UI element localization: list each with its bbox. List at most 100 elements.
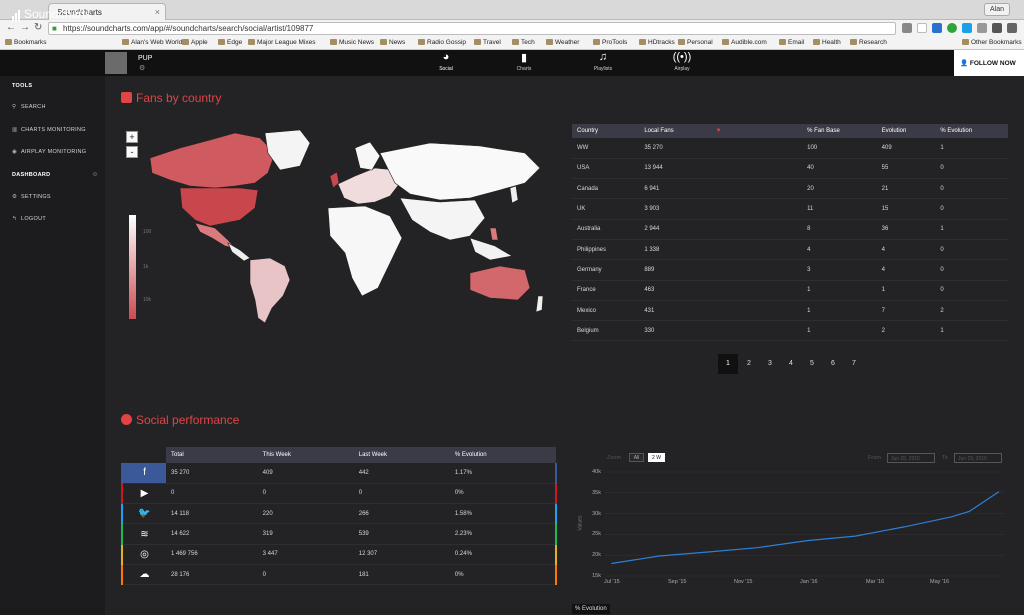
bookmark-item[interactable]: Radio Gossip: [418, 39, 466, 46]
sidebar-item-airplay-monitoring[interactable]: ◉ AIRPLAY MONITORING: [12, 149, 86, 155]
follow-now-button[interactable]: 👤 FOLLOW NOW: [954, 50, 1024, 76]
table-cell: 319: [257, 523, 354, 545]
map-country-philippines: [489, 227, 499, 241]
table-cell: 0: [935, 198, 1008, 220]
table-cell: 4: [802, 239, 877, 261]
table-row: WW 35 270 100 409 1: [572, 138, 1008, 159]
sort-desc-icon[interactable]: ▼: [716, 128, 722, 134]
table-row: Mexico 431 1 7 2: [572, 300, 1008, 322]
sidebar-item-logout[interactable]: ↰ LOGOUT: [12, 216, 46, 222]
bookmark-item[interactable]: News: [380, 39, 405, 46]
table-row: Philippines 1 338 4 4 0: [572, 239, 1008, 261]
table-cell: 889: [639, 259, 803, 281]
bookmark-item[interactable]: Tech: [512, 39, 535, 46]
table-row: Belgium 330 1 2 1: [572, 320, 1008, 342]
page-button-1[interactable]: 1: [718, 354, 738, 374]
tab-close-icon[interactable]: ×: [155, 7, 160, 17]
sidebar-item-settings[interactable]: ⚙ SETTINGS: [12, 194, 51, 200]
bookmark-item[interactable]: Research: [850, 39, 887, 46]
folder-icon: [248, 39, 255, 45]
sidebar-item-search[interactable]: ⚲ SEARCH: [12, 104, 46, 110]
key-icon[interactable]: [902, 23, 912, 33]
col-header-country[interactable]: Country: [572, 124, 640, 138]
address-bar[interactable]: ■ https://soundcharts.com/app/#/soundcha…: [48, 22, 896, 35]
page-button-3[interactable]: 3: [760, 354, 780, 374]
grammarly-icon[interactable]: [947, 23, 957, 33]
gear-icon: ⚙: [12, 194, 18, 200]
menu-icon[interactable]: [1007, 23, 1017, 33]
folder-icon: [182, 39, 189, 45]
table-cell: USA: [572, 158, 640, 180]
gear-icon[interactable]: ⚙: [92, 172, 97, 178]
soundcharts-logo[interactable]: Soundcharts: [12, 7, 91, 21]
zoom-2w-button[interactable]: 2 W: [648, 453, 665, 462]
table-cell: 3 903: [639, 198, 803, 220]
nav-charts[interactable]: ▮ Charts: [499, 51, 549, 72]
folder-icon: [512, 39, 519, 45]
browser-user-button[interactable]: Alan: [983, 3, 1010, 16]
bookmark-item[interactable]: Music News: [330, 39, 374, 46]
table-cell: 0: [353, 483, 450, 505]
page-button-5[interactable]: 5: [802, 354, 822, 374]
back-arrow-icon[interactable]: ←: [6, 22, 16, 33]
twitter-icon: 🐦: [121, 503, 166, 525]
map-zoom-out-button[interactable]: -: [126, 146, 138, 158]
map-africa: [327, 205, 403, 297]
bookmark-item[interactable]: Edge: [218, 39, 242, 46]
bookmark-item[interactable]: Personal: [678, 39, 713, 46]
col-header-local-fans[interactable]: Local Fans ▼: [639, 124, 803, 138]
star-icon[interactable]: [917, 23, 927, 33]
table-cell: 55: [876, 158, 936, 180]
page-button-2[interactable]: 2: [739, 354, 759, 374]
col-header-pct-evolution[interactable]: % Evolution: [935, 124, 1008, 138]
sidebar-dashboard-heading[interactable]: DASHBOARD ⚙: [12, 172, 98, 178]
table-cell: 181: [353, 564, 450, 586]
table-cell: 13 944: [639, 158, 803, 180]
bookmark-item[interactable]: Travel: [474, 39, 501, 46]
bookmark-item[interactable]: Health: [813, 39, 841, 46]
map-country-greenland: [264, 129, 311, 171]
map-zoom-in-button[interactable]: +: [126, 131, 138, 143]
extension-icon[interactable]: [932, 23, 942, 33]
nav-social[interactable]: ◕ Social: [421, 51, 471, 72]
pocket-icon[interactable]: [977, 23, 987, 33]
reload-icon[interactable]: ↻: [34, 22, 42, 33]
bookmark-item[interactable]: Audible.com: [722, 39, 767, 46]
page-button-6[interactable]: 6: [823, 354, 843, 374]
table-cell: 35 270: [639, 138, 803, 159]
cloud-icon[interactable]: [962, 23, 972, 33]
nav-playlists[interactable]: ♫ Playlists: [578, 51, 628, 72]
to-date-input[interactable]: Jun 29, 2016: [954, 453, 1002, 463]
bookmark-item[interactable]: HDtracks: [639, 39, 675, 46]
table-cell: 40: [802, 158, 877, 180]
chart-y-axis-label: Values: [577, 515, 584, 531]
col-header-fan-base[interactable]: % Fan Base: [802, 124, 877, 138]
from-date-input[interactable]: Jun 25, 2015: [887, 453, 935, 463]
bookmark-item[interactable]: Apple: [182, 39, 208, 46]
bookmark-item[interactable]: ProTools: [593, 39, 627, 46]
table-cell: 442: [353, 463, 450, 484]
col-header-pct-evolution: % Evolution: [449, 447, 556, 463]
table-cell: Philippines: [572, 239, 640, 261]
bookmark-item[interactable]: Email: [779, 39, 804, 46]
bookmark-item[interactable]: Other Bookmarks: [962, 39, 1022, 46]
table-cell: 2: [935, 300, 1008, 322]
nav-airplay[interactable]: ((•)) Airplay: [657, 51, 707, 72]
extension-icon[interactable]: [992, 23, 1002, 33]
bookmark-item[interactable]: Bookmarks: [5, 39, 47, 46]
bookmark-item[interactable]: Major League Mixes: [248, 39, 316, 46]
zoom-all-button[interactable]: All: [629, 453, 644, 462]
gear-icon[interactable]: ⚙: [139, 64, 145, 72]
forward-arrow-icon[interactable]: →: [20, 22, 30, 33]
table-cell: 6 941: [639, 178, 803, 200]
bookmark-item[interactable]: Weather: [546, 39, 579, 46]
sidebar-tools-heading: TOOLS: [12, 83, 33, 89]
table-row: ◎ 1 469 756 3 447 12 307 0.24%: [121, 544, 556, 565]
col-header-evolution[interactable]: Evolution: [876, 124, 936, 138]
table-cell: 12 307: [353, 544, 450, 565]
bookmark-item[interactable]: Alan's Web World: [122, 39, 182, 46]
page-button-4[interactable]: 4: [781, 354, 801, 374]
sidebar-item-charts-monitoring[interactable]: ▥ CHARTS MONITORING: [12, 127, 86, 133]
page-button-7[interactable]: 7: [844, 354, 864, 374]
table-cell: 0.24%: [449, 544, 556, 565]
